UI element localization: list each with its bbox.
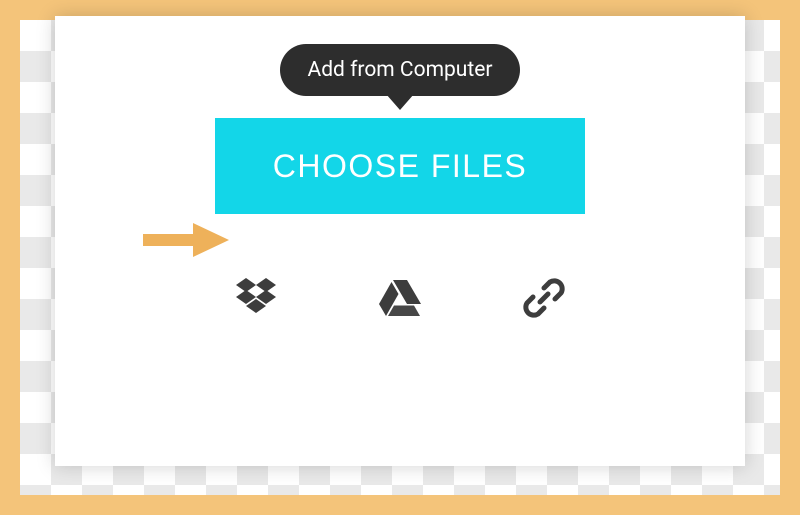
source-icon-row — [230, 272, 570, 324]
dropbox-icon[interactable] — [230, 272, 282, 324]
tooltip-label: Add from Computer — [308, 58, 493, 82]
link-icon[interactable] — [518, 272, 570, 324]
pointer-arrow-icon — [143, 220, 229, 260]
choose-files-button[interactable]: CHOOSE FILES — [215, 118, 585, 214]
upload-panel: Add from Computer CHOOSE FILES — [55, 16, 745, 466]
outer-frame: Add from Computer CHOOSE FILES — [20, 20, 780, 495]
google-drive-icon[interactable] — [374, 272, 426, 324]
tooltip-add-from-computer: Add from Computer — [280, 44, 521, 96]
choose-files-label: CHOOSE FILES — [273, 148, 528, 184]
